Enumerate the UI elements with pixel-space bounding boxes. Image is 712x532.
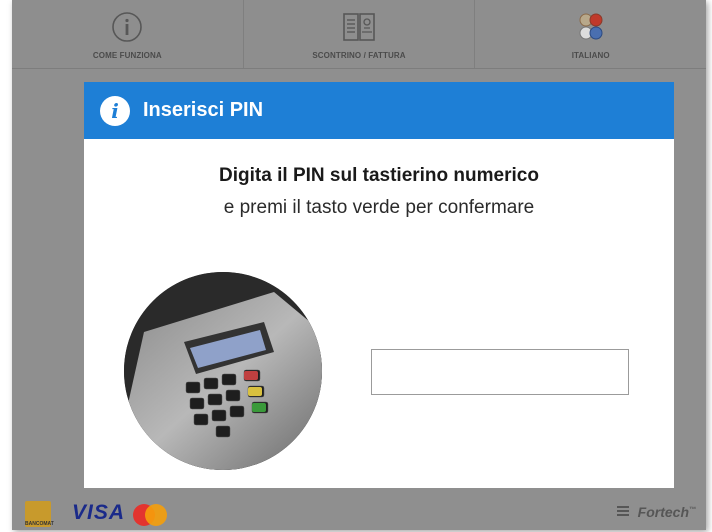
fortech-brand: Fortech [637,504,689,520]
pin-dialog-header: i Inserisci PIN [84,82,674,139]
pin-dialog: i Inserisci PIN Digita il PIN sul tastie… [84,82,674,488]
pin-instruction-secondary: e premi il tasto verde per confermare [223,197,535,218]
language-button[interactable]: ITALIANO [475,0,706,68]
payment-footer: BANCOMAT VISA Fortech™ [12,493,706,530]
pin-dialog-title: Inserisci PIN [143,99,264,121]
fortech-trademark: ™ [689,506,696,514]
pin-input[interactable] [371,349,629,395]
kiosk-screen: COME FUNZIONA SCONTRINO / FATTURA ITALIA… [12,0,706,530]
info-icon: i [100,95,130,126]
how-it-works-button[interactable]: COME FUNZIONA [12,0,244,68]
info-icon [109,10,145,44]
language-icon [573,10,609,44]
mastercard-logo [133,504,167,526]
fortech-logo: Fortech™ [638,504,696,520]
top-menu-bar: COME FUNZIONA SCONTRINO / FATTURA ITALIA… [12,0,706,69]
fortech-mark-icon [617,506,629,516]
how-it-works-label: COME FUNZIONA [92,51,162,60]
pin-instruction-primary: Digita il PIN sul tastierino numerico [219,165,539,186]
visa-logo: VISA [72,501,126,524]
pinpad-illustration [124,272,322,470]
language-label: ITALIANO [571,51,610,60]
receipt-invoice-label: SCONTRINO / FATTURA [312,51,406,60]
pagobancomat-label: BANCOMAT [25,521,54,527]
receipt-icon [341,10,377,44]
receipt-invoice-button[interactable]: SCONTRINO / FATTURA [244,0,476,68]
